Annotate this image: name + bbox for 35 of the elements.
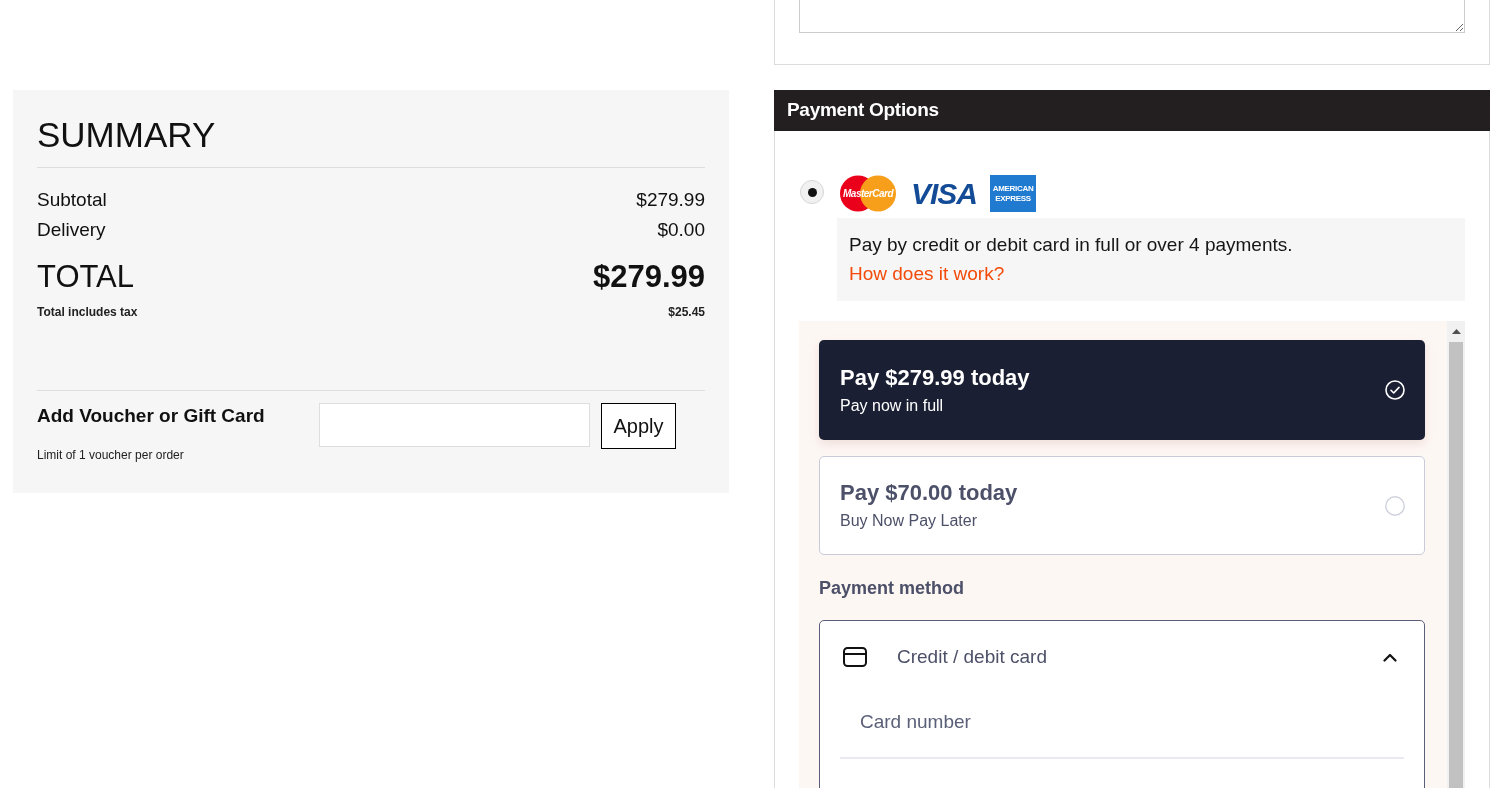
scrollbar[interactable] xyxy=(1447,321,1465,788)
card-logo: VISA xyxy=(911,176,978,212)
total-value: $279.99 xyxy=(592,257,705,296)
plan-card[interactable]: Pay $279.99 today Pay now in full xyxy=(819,340,1425,440)
voucher-label: Add Voucher or Gift Card xyxy=(37,404,265,428)
radio-button[interactable] xyxy=(800,180,824,204)
plan-subtitle: Pay now in full xyxy=(840,395,944,416)
line-label: Subtotal xyxy=(37,187,107,212)
card-logo: AMERICAN EXPRESS xyxy=(990,175,1037,212)
plan-title: Pay $279.99 today xyxy=(840,363,1030,392)
chevron-up-icon[interactable] xyxy=(1383,652,1397,662)
check-circle-icon xyxy=(1385,380,1405,400)
tax-label: Total includes tax xyxy=(37,304,138,321)
summary-title: SUMMARY xyxy=(37,114,216,156)
credit-card-icon xyxy=(843,647,867,667)
plan-card[interactable]: Pay $70.00 today Buy Now Pay Later xyxy=(819,456,1425,555)
plan-subtitle: Buy Now Pay Later xyxy=(840,511,977,531)
line-value: $279.99 xyxy=(636,187,705,212)
payment-method-accordion[interactable]: Credit / debit card Card number xyxy=(819,620,1425,788)
triangle-up-icon[interactable] xyxy=(1451,329,1461,334)
payment-description: Pay by credit or debit card in full or over 4 payments. xyxy=(849,233,1293,257)
empty-circle-icon xyxy=(1385,495,1405,516)
section-header: Payment Options xyxy=(774,90,1490,131)
voucher-note: Limit of 1 voucher per order xyxy=(37,447,184,463)
scrollbar-thumb[interactable] xyxy=(1449,342,1463,788)
apply-button[interactable]: Apply xyxy=(601,403,676,449)
payment-method-heading: Payment method xyxy=(819,577,965,599)
notes-field[interactable] xyxy=(799,0,1465,33)
plan-title: Pay $70.00 today xyxy=(840,479,1018,507)
total-label: TOTAL xyxy=(37,257,135,296)
tax-value: $25.45 xyxy=(668,304,705,321)
line-value: $0.00 xyxy=(657,217,705,242)
voucher-input[interactable] xyxy=(319,403,590,447)
line-label: Delivery xyxy=(37,217,106,242)
payment-method-label[interactable]: Credit / debit card xyxy=(897,645,1047,667)
